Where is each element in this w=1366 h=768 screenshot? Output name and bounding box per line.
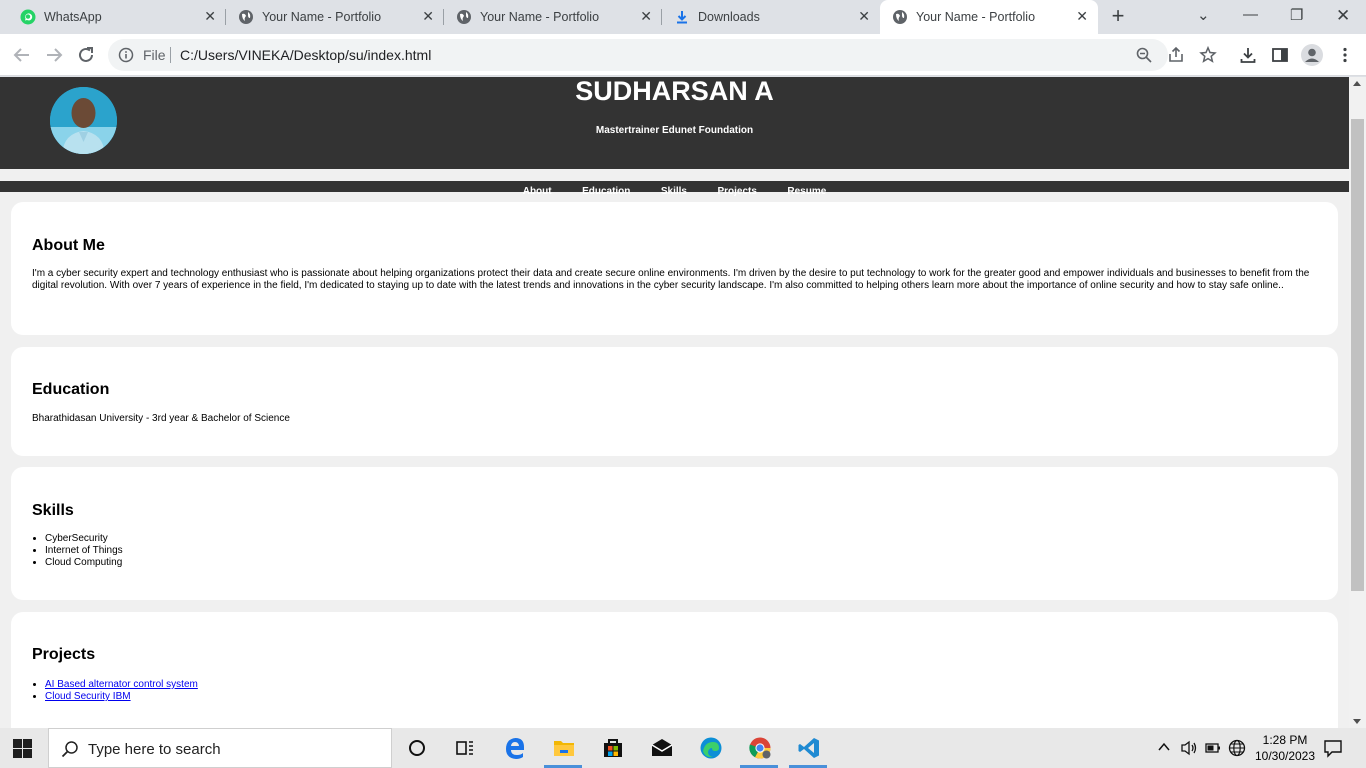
- projects-section: Projects AI Based alternator control sys…: [11, 612, 1338, 728]
- vscode-icon[interactable]: [797, 736, 821, 760]
- profile-avatar-icon[interactable]: [1300, 43, 1324, 67]
- chevron-up-icon[interactable]: [1157, 740, 1171, 754]
- projects-heading: Projects: [32, 646, 96, 663]
- tab-title: Downloads: [698, 10, 760, 24]
- whatsapp-icon: [20, 9, 36, 25]
- skills-section: Skills CyberSecurity Internet of Things …: [11, 467, 1338, 600]
- project-item: Cloud Security IBM: [45, 691, 198, 703]
- globe-icon: [893, 10, 907, 24]
- tab-title: Your Name - Portfolio: [916, 10, 1036, 24]
- skill-item: Cloud Computing: [45, 557, 123, 569]
- notification-icon[interactable]: [1323, 738, 1343, 758]
- browser-toolbar: File C:/Users/VINEKA/Desktop/su/index.ht…: [0, 34, 1366, 76]
- side-panel-icon[interactable]: [1271, 46, 1289, 64]
- close-icon[interactable]: ✕: [1076, 8, 1088, 25]
- zoom-icon[interactable]: [1135, 46, 1153, 64]
- site-header: SUDHARSAN A Mastertrainer Edunet Foundat…: [0, 77, 1349, 169]
- tab-whatsapp[interactable]: WhatsApp ✕: [8, 0, 226, 34]
- window-close-icon[interactable]: ✕: [1336, 6, 1350, 26]
- education-text: Bharathidasan University - 3rd year & Ba…: [32, 413, 290, 424]
- globe-icon: [457, 10, 471, 24]
- page-viewport: SUDHARSAN A Mastertrainer Edunet Foundat…: [0, 77, 1349, 728]
- share-icon[interactable]: [1167, 46, 1185, 64]
- network-globe-icon[interactable]: [1228, 739, 1246, 757]
- about-text: I'm a cyber security expert and technolo…: [32, 268, 1310, 291]
- clock-date: 10/30/2023: [1254, 749, 1316, 763]
- about-heading: About Me: [32, 237, 105, 254]
- projects-list: AI Based alternator control system Cloud…: [45, 679, 198, 703]
- reload-icon[interactable]: [74, 43, 98, 67]
- battery-icon[interactable]: [1205, 742, 1221, 754]
- clock-time: 1:28 PM: [1262, 733, 1308, 747]
- url-text[interactable]: C:/Users/VINEKA/Desktop/su/index.html: [180, 47, 431, 63]
- close-icon[interactable]: ✕: [204, 8, 216, 25]
- edge-legacy-icon[interactable]: [503, 736, 527, 760]
- nav-link-projects[interactable]: Projects: [717, 186, 756, 197]
- site-nav: About Education Skills Projects Resume: [0, 181, 1349, 197]
- project-link[interactable]: AI Based alternator control system: [45, 679, 198, 690]
- skill-item: CyberSecurity: [45, 533, 123, 545]
- taskbar-search-box[interactable]: Type here to search: [48, 728, 392, 768]
- restore-icon[interactable]: ❐: [1290, 6, 1303, 24]
- page-scrollbar[interactable]: [1349, 77, 1366, 728]
- education-heading: Education: [32, 381, 110, 398]
- tab-title: WhatsApp: [44, 10, 102, 24]
- scroll-up-arrow-icon[interactable]: [1353, 81, 1361, 86]
- divider: [170, 47, 171, 63]
- task-view-icon[interactable]: [453, 736, 477, 760]
- skills-list: CyberSecurity Internet of Things Cloud C…: [45, 533, 123, 569]
- menu-kebab-icon[interactable]: [1336, 46, 1354, 64]
- edge-icon[interactable]: [699, 736, 723, 760]
- skills-heading: Skills: [32, 502, 74, 519]
- scroll-down-arrow-icon[interactable]: [1353, 719, 1361, 724]
- project-link[interactable]: Cloud Security IBM: [45, 691, 131, 702]
- skill-item: Internet of Things: [45, 545, 123, 557]
- scheme-label: File: [143, 47, 166, 63]
- close-icon[interactable]: ✕: [858, 8, 870, 25]
- nav-link-skills[interactable]: Skills: [661, 186, 687, 197]
- new-tab-button[interactable]: +: [1106, 5, 1130, 29]
- tab-title: Your Name - Portfolio: [480, 10, 600, 24]
- search-icon: [61, 741, 78, 758]
- close-icon[interactable]: ✕: [422, 8, 434, 25]
- minimize-icon[interactable]: —: [1243, 6, 1258, 23]
- address-bar[interactable]: File C:/Users/VINEKA/Desktop/su/index.ht…: [108, 39, 1168, 71]
- taskbar: Type here to search 1:28 PM 10/30/2023: [0, 728, 1366, 768]
- back-arrow-icon[interactable]: [10, 43, 34, 67]
- scroll-thumb[interactable]: [1351, 119, 1364, 591]
- tab-downloads[interactable]: Downloads ✕: [662, 0, 880, 34]
- tab-strip: WhatsApp ✕ Your Name - Portfolio ✕ Your …: [0, 0, 1366, 34]
- site-subtitle: Mastertrainer Edunet Foundation: [595, 125, 754, 136]
- nav-link-resume[interactable]: Resume: [787, 186, 826, 197]
- close-icon[interactable]: ✕: [640, 8, 652, 25]
- forward-arrow-icon[interactable]: [42, 43, 66, 67]
- tab-portfolio-active[interactable]: Your Name - Portfolio ✕: [880, 0, 1098, 34]
- volume-icon[interactable]: [1180, 740, 1198, 756]
- tab-portfolio-1[interactable]: Your Name - Portfolio ✕: [226, 0, 444, 34]
- cortana-icon[interactable]: [405, 736, 429, 760]
- education-section: Education Bharathidasan University - 3rd…: [11, 347, 1338, 456]
- about-section: About Me I'm a cyber security expert and…: [11, 202, 1338, 335]
- bookmark-star-icon[interactable]: [1199, 46, 1217, 64]
- mail-icon[interactable]: [650, 736, 674, 760]
- tab-title: Your Name - Portfolio: [262, 10, 382, 24]
- system-clock[interactable]: 1:28 PM 10/30/2023: [1248, 732, 1322, 764]
- chrome-icon[interactable]: [748, 736, 772, 760]
- nav-link-about[interactable]: About: [523, 186, 552, 197]
- download-icon: [677, 11, 687, 24]
- tab-portfolio-2[interactable]: Your Name - Portfolio ✕: [444, 0, 662, 34]
- search-placeholder: Type here to search: [88, 741, 221, 758]
- globe-icon: [239, 10, 253, 24]
- info-icon[interactable]: [118, 47, 134, 63]
- store-icon[interactable]: [601, 736, 625, 760]
- site-owner-name: SUDHARSAN A: [575, 77, 774, 106]
- tab-search-chevron-icon[interactable]: ⌄: [1197, 6, 1210, 24]
- file-explorer-icon[interactable]: [552, 736, 576, 760]
- nav-link-education[interactable]: Education: [582, 186, 630, 197]
- download-icon[interactable]: [1239, 46, 1257, 64]
- project-item: AI Based alternator control system: [45, 679, 198, 691]
- windows-start-icon[interactable]: [13, 739, 33, 759]
